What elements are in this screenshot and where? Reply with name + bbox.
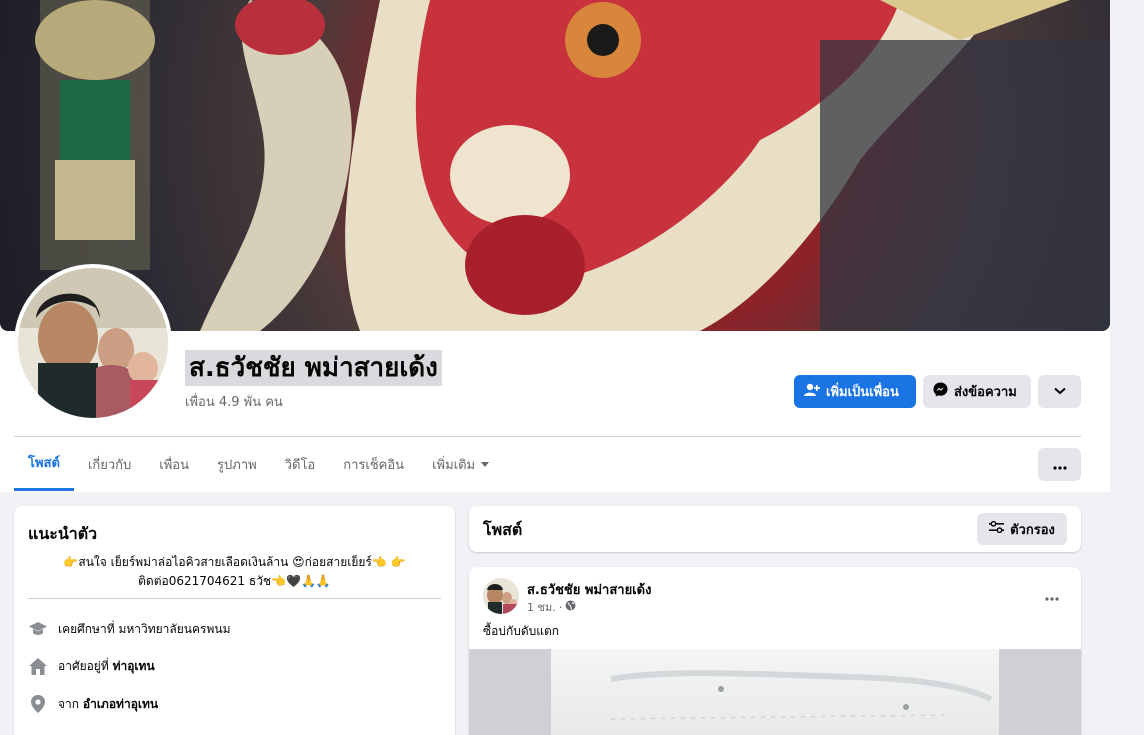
post-image[interactable] bbox=[469, 649, 1081, 735]
profile-avatar-photo bbox=[18, 268, 168, 418]
info-education-text: เคยศึกษาที่ มหาวิทยาลัยนครพนม bbox=[58, 620, 231, 639]
post-author-name[interactable]: ส.ธวัชชัย พม่าสายเด้ง bbox=[527, 579, 651, 600]
tab-friends-label: เพื่อน bbox=[159, 457, 190, 473]
message-label: ส่งข้อความ bbox=[954, 385, 1017, 400]
intro-card: แนะนำตัว 👉สนใจ เย็ยร์พม่าล่อไอคิวสายเลือ… bbox=[14, 506, 455, 735]
info-from-prefix: จาก bbox=[58, 696, 80, 711]
info-from-text: จาก อำเภอท่าอุเทน bbox=[58, 695, 158, 714]
post-options-button[interactable] bbox=[1037, 583, 1067, 607]
profile-name: ส.ธวัชชัย พม่าสายเด้ง bbox=[185, 350, 442, 386]
info-from-value[interactable]: อำเภอท่าอุเทน bbox=[83, 697, 158, 711]
tabs-more-dots-button[interactable] bbox=[1038, 448, 1081, 481]
intro-bio: 👉สนใจ เย็ยร์พม่าล่อไอคิวสายเลือดเงินล้าน… bbox=[28, 553, 441, 591]
post-author-avatar[interactable] bbox=[483, 578, 519, 614]
intro-bio-line-1: 👉สนใจ เย็ยร์พม่าล่อไอคิวสายเลือดเงินล้าน… bbox=[63, 555, 406, 569]
post-image-content bbox=[551, 649, 999, 735]
info-education-prefix: เคยศึกษาที่ bbox=[58, 621, 115, 636]
profile-avatar[interactable] bbox=[14, 264, 172, 422]
tab-friends[interactable]: เพื่อน bbox=[145, 437, 203, 491]
posts-title: โพสต์ bbox=[483, 520, 523, 539]
tab-photos[interactable]: รูปภาพ bbox=[203, 437, 271, 491]
page-gutter bbox=[1110, 0, 1144, 492]
tab-about[interactable]: เกี่ยวกับ bbox=[74, 437, 145, 491]
add-friend-label: เพิ่มเป็นเพื่อน bbox=[826, 385, 899, 400]
intro-bio-line-2: ติดต่อ0621704621 ธวัช👈🖤🙏🙏 bbox=[138, 574, 331, 588]
friends-count[interactable]: เพื่อน 4.9 พัน คน bbox=[185, 391, 283, 412]
filter-icon bbox=[989, 520, 1005, 537]
tab-posts-label: โพสต์ bbox=[28, 456, 60, 471]
messenger-icon bbox=[933, 382, 948, 401]
home-icon bbox=[28, 656, 48, 676]
tab-posts[interactable]: โพสต์ bbox=[14, 437, 74, 491]
add-friend-icon bbox=[804, 383, 820, 401]
post-meta-separator: · bbox=[558, 600, 563, 614]
profile-tabs: โพสต์ เกี่ยวกับ เพื่อน รูปภาพ วิดีโอ การ… bbox=[14, 437, 503, 492]
intro-divider bbox=[28, 598, 441, 599]
location-pin-icon bbox=[28, 694, 48, 714]
caret-down-icon bbox=[481, 457, 490, 472]
tab-videos[interactable]: วิดีโอ bbox=[271, 437, 330, 491]
filter-button[interactable]: ตัวกรอง bbox=[977, 513, 1067, 545]
info-education: เคยศึกษาที่ มหาวิทยาลัยนครพนม bbox=[28, 619, 231, 639]
tab-videos-label: วิดีโอ bbox=[284, 457, 316, 473]
tab-photos-label: รูปภาพ bbox=[217, 457, 257, 473]
info-lives: อาศัยอยู่ที่ ท่าอุเทน bbox=[28, 656, 155, 676]
chevron-down-icon bbox=[1053, 384, 1066, 399]
message-button[interactable]: ส่งข้อความ bbox=[923, 375, 1031, 408]
filter-label: ตัวกรอง bbox=[1010, 522, 1055, 538]
post-time[interactable]: 1 ชม. bbox=[527, 598, 556, 616]
intro-title: แนะนำตัว bbox=[28, 524, 98, 543]
add-friend-button[interactable]: เพิ่มเป็นเพื่อน bbox=[794, 375, 916, 408]
tab-checkins[interactable]: การเช็คอิน bbox=[329, 437, 418, 491]
profile-more-button[interactable] bbox=[1038, 375, 1081, 408]
globe-icon bbox=[565, 600, 576, 614]
info-lives-prefix: อาศัยอยู่ที่ bbox=[58, 658, 109, 673]
more-dots-icon bbox=[1052, 455, 1067, 474]
tab-checkins-label: การเช็คอิน bbox=[343, 457, 405, 473]
more-dots-icon bbox=[1045, 586, 1059, 605]
posts-header-card: โพสต์ ตัวกรอง bbox=[469, 506, 1081, 552]
post-meta: 1 ชม. · bbox=[527, 598, 576, 616]
info-lives-value[interactable]: ท่าอุเทน bbox=[113, 659, 155, 673]
info-education-value[interactable]: มหาวิทยาลัยนครพนม bbox=[118, 622, 230, 636]
cover-photo[interactable] bbox=[0, 0, 1110, 331]
graduation-cap-icon bbox=[28, 619, 48, 639]
post-card: ส.ธวัชชัย พม่าสายเด้ง 1 ชม. · ซื้อบ่กับด… bbox=[469, 567, 1081, 735]
cover-photo-art bbox=[35, 0, 1110, 331]
tab-more-label: เพิ่มเติม bbox=[432, 457, 476, 473]
post-text: ซื้อบ่กับดับแตก bbox=[483, 624, 560, 638]
tab-about-label: เกี่ยวกับ bbox=[87, 457, 132, 473]
tab-more[interactable]: เพิ่มเติม bbox=[418, 437, 503, 491]
info-lives-text: อาศัยอยู่ที่ ท่าอุเทน bbox=[58, 657, 155, 676]
info-from: จาก อำเภอท่าอุเทน bbox=[28, 694, 158, 714]
